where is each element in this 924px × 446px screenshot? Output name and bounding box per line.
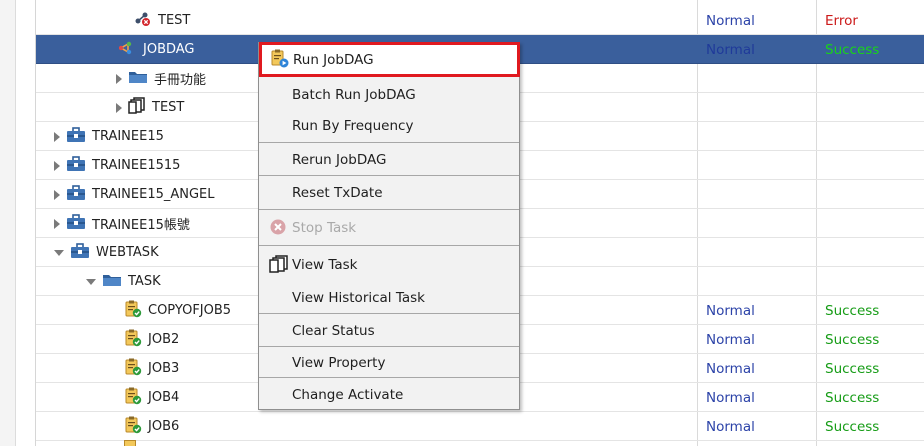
- tree-row-label: TEST: [158, 13, 191, 28]
- menu-item-view-historical-task[interactable]: View Historical Task: [259, 282, 519, 313]
- menu-item-run-by-frequency[interactable]: Run By Frequency: [259, 110, 519, 141]
- menu-item-change-activate[interactable]: Change Activate: [259, 379, 519, 410]
- tree-row-label: JOB2: [148, 332, 180, 347]
- menu-separator: [259, 245, 519, 246]
- expand-arrow-icon[interactable]: [54, 160, 60, 171]
- view-task-icon: [269, 255, 289, 278]
- job-success-icon: [124, 300, 142, 322]
- left-gutter: [0, 0, 16, 446]
- menu-item-stop-task: Stop Task: [259, 212, 519, 243]
- status-cell: Normal: [706, 41, 755, 58]
- tree-row-label: WEBTASK: [96, 245, 159, 260]
- menu-item-label: Stop Task: [292, 219, 357, 236]
- menu-item-label: View Property: [292, 354, 386, 371]
- folder-icon: [128, 69, 148, 88]
- status-cell: Normal: [706, 418, 755, 435]
- job-error-icon: [134, 11, 152, 31]
- task-icon: [128, 97, 146, 118]
- tree-row-label: JOB3: [148, 361, 180, 376]
- status-cell: Normal: [706, 331, 755, 348]
- menu-separator: [259, 377, 519, 378]
- collapse-arrow-icon[interactable]: [54, 249, 64, 256]
- briefcase-icon: [66, 213, 86, 234]
- menu-separator: [259, 142, 519, 143]
- job-success-icon: [124, 358, 142, 380]
- partial-job-icon: [124, 440, 136, 446]
- tree-row-label: TASK: [128, 274, 161, 289]
- menu-item-label: View Historical Task: [292, 289, 425, 306]
- menu-item-reset-txdate[interactable]: Reset TxDate: [259, 177, 519, 208]
- menu-separator: [259, 313, 519, 314]
- tree-row-job6[interactable]: JOB6 Normal Success: [36, 412, 924, 441]
- job-tree-view: TEST Normal Error JOBDAG Normal Success …: [0, 0, 924, 446]
- tree-row-label: TRAINEE15_ANGEL: [92, 187, 215, 202]
- result-cell: Success: [825, 418, 880, 435]
- tree-row-test-job[interactable]: TEST Normal Error: [36, 6, 924, 35]
- folder-icon: [102, 272, 122, 291]
- expand-arrow-icon[interactable]: [54, 189, 60, 200]
- tree-row-label: TEST: [152, 100, 185, 115]
- menu-item-label: Rerun JobDAG: [292, 151, 387, 168]
- menu-separator: [259, 175, 519, 176]
- result-cell: Success: [825, 302, 880, 319]
- status-cell: Normal: [706, 389, 755, 406]
- tree-row-label: TRAINEE15帳號: [92, 218, 190, 233]
- menu-item-label: Change Activate: [292, 386, 404, 403]
- tree-row-label: TRAINEE15: [92, 129, 164, 144]
- result-cell: Success: [825, 389, 880, 406]
- briefcase-icon: [66, 126, 86, 147]
- menu-item-label[interactable]: Run JobDAG: [293, 52, 374, 68]
- briefcase-icon: [70, 242, 90, 263]
- collapse-arrow-icon[interactable]: [86, 278, 96, 285]
- stop-icon: [269, 218, 287, 240]
- status-cell: Normal: [706, 12, 755, 29]
- result-cell: Success: [825, 331, 880, 348]
- tree-row-label: TRAINEE1515: [92, 158, 181, 173]
- menu-item-label: View Task: [292, 256, 358, 273]
- run-jobdag-icon: [270, 49, 290, 73]
- menu-item-view-task[interactable]: View Task: [259, 249, 519, 280]
- menu-item-label: Clear Status: [292, 322, 375, 339]
- tree-row-label: JOB6: [148, 419, 180, 434]
- expand-arrow-icon[interactable]: [54, 218, 60, 229]
- menu-item-label: Reset TxDate: [292, 184, 383, 201]
- status-cell: Normal: [706, 302, 755, 319]
- run-jobdag-highlight: Run JobDAG: [259, 42, 520, 77]
- status-cell: Normal: [706, 360, 755, 377]
- menu-item-label: Run By Frequency: [292, 117, 414, 134]
- expand-arrow-icon[interactable]: [54, 131, 60, 142]
- tree-row-label: 手冊功能: [154, 73, 207, 88]
- job-success-icon: [124, 416, 142, 438]
- context-menu: Run JobDAG Batch Run JobDAG Run By Frequ…: [258, 42, 520, 410]
- job-success-icon: [124, 387, 142, 409]
- briefcase-icon: [66, 155, 86, 176]
- tree-row-label: COPYOFJOB5: [148, 303, 232, 318]
- tree-row-label: JOBDAG: [143, 42, 195, 57]
- tree-row-label: JOB4: [148, 390, 180, 405]
- menu-item-clear-status[interactable]: Clear Status: [259, 315, 519, 346]
- menu-item-view-property[interactable]: View Property: [259, 347, 519, 378]
- expand-arrow-icon[interactable]: [116, 102, 122, 113]
- result-cell: Success: [825, 360, 880, 377]
- menu-separator: [259, 209, 519, 210]
- result-cell: Success: [825, 41, 880, 58]
- result-cell: Error: [825, 12, 858, 29]
- menu-item-rerun-jobdag[interactable]: Rerun JobDAG: [259, 144, 519, 175]
- expand-arrow-icon[interactable]: [116, 73, 122, 84]
- job-success-icon: [124, 329, 142, 351]
- menu-item-batch-run-jobdag[interactable]: Batch Run JobDAG: [259, 79, 519, 110]
- briefcase-icon: [66, 184, 86, 205]
- menu-item-label: Batch Run JobDAG: [292, 86, 416, 103]
- jobdag-icon: [118, 40, 137, 60]
